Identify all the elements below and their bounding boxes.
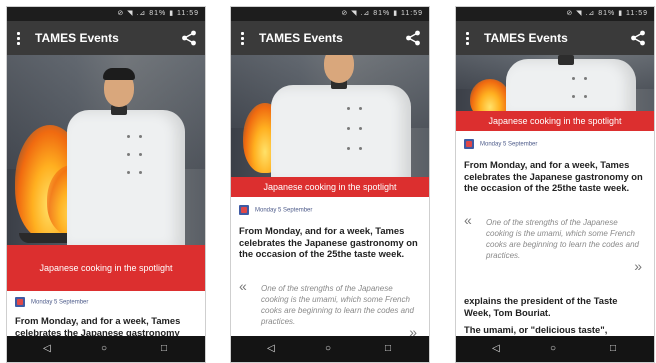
article-date: Monday 5 September	[255, 207, 313, 214]
recent-apps-icon[interactable]: □	[161, 343, 167, 355]
date-line: Monday 5 September	[239, 205, 312, 215]
hero-image-chef	[456, 55, 654, 111]
status-indicators: ⊘ ◥ .⊿ 81% ▮ 11:59	[341, 10, 423, 17]
article-content: Monday 5 September From Monday, and for …	[7, 291, 205, 338]
article-body-paragraph: explains the president of the Taste Week…	[464, 295, 618, 318]
android-navbar: ◁ ○ □	[7, 336, 205, 362]
share-icon[interactable]	[181, 30, 197, 46]
quote-close-icon: »	[634, 258, 642, 274]
quote-text: One of the strengths of the Japanese coo…	[261, 284, 414, 326]
hero-image-chef	[231, 55, 429, 177]
home-icon[interactable]: ○	[550, 343, 556, 355]
article-body-paragraph: The umami, or "delicious taste",	[464, 324, 608, 335]
share-icon[interactable]	[630, 30, 646, 46]
article-title-banner[interactable]: Japanese cooking in the spotlight	[456, 111, 654, 131]
app-bar: TAMES Events	[456, 21, 654, 55]
app-title: TAMES Events	[35, 31, 119, 45]
calendar-icon	[464, 139, 474, 149]
date-line: Monday 5 September	[15, 297, 88, 307]
status-bar: ⊘ ◥ .⊿ 81% ▮ 11:59	[456, 7, 654, 21]
status-indicators: ⊘ ◥ .⊿ 81% ▮ 11:59	[566, 10, 648, 17]
status-bar: ⊘ ◥ .⊿ 81% ▮ 11:59	[231, 7, 429, 21]
article-title-banner[interactable]: Japanese cooking in the spotlight	[231, 177, 429, 197]
app-bar: TAMES Events	[7, 21, 205, 55]
android-navbar: ◁ ○ □	[231, 336, 429, 362]
article-date: Monday 5 September	[31, 299, 89, 306]
calendar-icon	[239, 205, 249, 215]
app-bar: TAMES Events	[231, 21, 429, 55]
menu-icon[interactable]	[238, 30, 248, 46]
article-lead: From Monday, and for a week, Tames celeb…	[15, 315, 181, 338]
menu-icon[interactable]	[463, 30, 473, 46]
menu-icon[interactable]	[14, 30, 24, 46]
status-bar: ⊘ ◥ .⊿ 81% ▮ 11:59	[7, 7, 205, 21]
phone-screen-1: ⊘ ◥ .⊿ 81% ▮ 11:59 TAMES Events Japanese…	[6, 6, 206, 363]
back-icon[interactable]: ◁	[492, 343, 500, 355]
article-lead: From Monday, and for a week, Tames celeb…	[239, 225, 418, 259]
back-icon[interactable]: ◁	[43, 343, 51, 355]
article-quote: « One of the strengths of the Japanese c…	[239, 278, 421, 339]
calendar-icon	[15, 297, 25, 307]
share-icon[interactable]	[405, 30, 421, 46]
app-title: TAMES Events	[259, 31, 343, 45]
article-content: Monday 5 September From Monday, and for …	[456, 131, 654, 338]
quote-open-icon: «	[239, 278, 247, 294]
article-quote: « One of the strengths of the Japanese c…	[464, 212, 646, 273]
phone-screen-2: ⊘ ◥ .⊿ 81% ▮ 11:59 TAMES Events Japanese…	[230, 6, 430, 363]
back-icon[interactable]: ◁	[267, 343, 275, 355]
article-lead: From Monday, and for a week, Tames celeb…	[464, 159, 643, 193]
home-icon[interactable]: ○	[325, 343, 331, 355]
article-content: Monday 5 September From Monday, and for …	[231, 197, 429, 339]
home-icon[interactable]: ○	[101, 343, 107, 355]
date-line: Monday 5 September	[464, 139, 537, 149]
app-title: TAMES Events	[484, 31, 568, 45]
status-indicators: ⊘ ◥ .⊿ 81% ▮ 11:59	[117, 10, 199, 17]
recent-apps-icon[interactable]: □	[385, 343, 391, 355]
hero-image-chef	[7, 55, 205, 245]
article-date: Monday 5 September	[480, 141, 538, 148]
quote-open-icon: «	[464, 212, 472, 228]
recent-apps-icon[interactable]: □	[610, 343, 616, 355]
article-title-banner[interactable]: Japanese cooking in the spotlight	[7, 245, 205, 291]
quote-text: One of the strengths of the Japanese coo…	[486, 218, 639, 260]
phone-screen-3: ⊘ ◥ .⊿ 81% ▮ 11:59 TAMES Events Japanese…	[455, 6, 655, 363]
android-navbar: ◁ ○ □	[456, 336, 654, 362]
